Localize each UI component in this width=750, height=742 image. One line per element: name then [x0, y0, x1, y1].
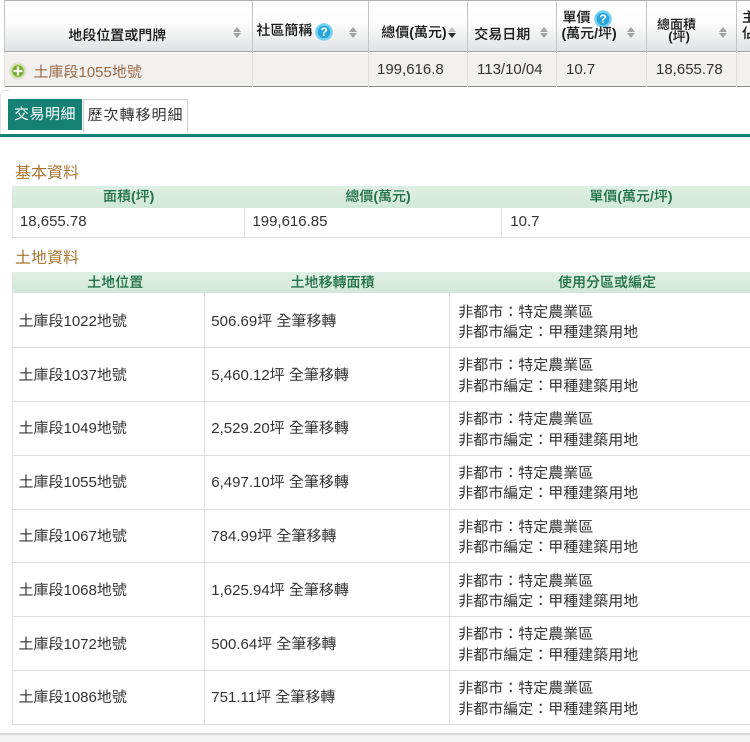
svg-text:?: ? [320, 26, 327, 40]
